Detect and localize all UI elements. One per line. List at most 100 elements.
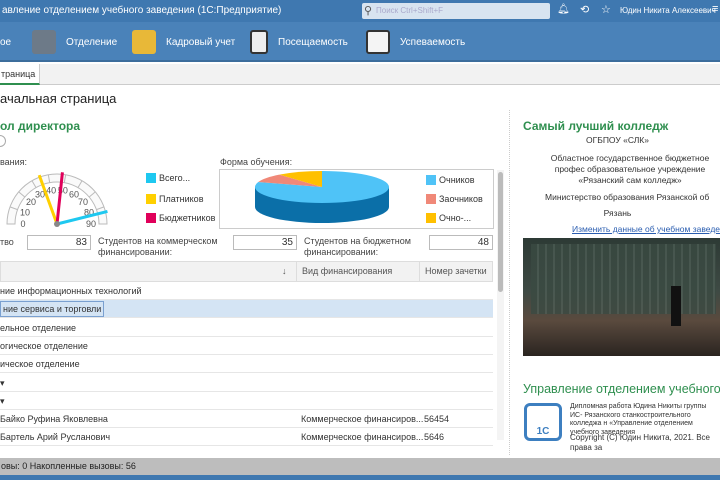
budget-label: Студентов на бюджетном финансировании: [304, 236, 411, 257]
nav-label: Отделение [66, 36, 118, 48]
divider [509, 110, 510, 455]
sort-icon[interactable]: ↓ [282, 262, 287, 281]
table-row[interactable]: Бартель Арий Русланович Коммерческое фина… [0, 428, 493, 447]
column-record-number[interactable]: Номер зачетки [419, 262, 487, 281]
nav-main[interactable]: ое [0, 22, 11, 62]
cell-name: огическое отделение [0, 340, 88, 351]
gauge-tick-label: 0 [20, 219, 25, 229]
commercial-label: Студентов на коммерческом финансировании… [98, 236, 218, 257]
cell-name: ▾ [0, 377, 5, 388]
nav-label: Посещаемость [278, 36, 348, 48]
legend-swatch [146, 213, 156, 223]
table-row[interactable]: ние сервиса и торговли [0, 300, 493, 319]
table-row[interactable]: ▾ [0, 392, 493, 410]
table-row[interactable]: огическое отделение [0, 337, 493, 355]
about-title: Управление отделением учебного з [523, 382, 720, 396]
legend-swatch [426, 213, 436, 223]
graduation-cap-icon: 1C [524, 403, 562, 441]
nav-label: Кадровый учет [166, 36, 236, 48]
table-header: ↓ Вид финансирования Номер зачетки [0, 261, 493, 282]
tab-label: траница [1, 69, 36, 79]
section-panel: ое Отделение Кадровый учет Посещаемость … [0, 22, 720, 62]
pie-label: Форма обучения: [220, 157, 293, 167]
page-title: ачальная страница [0, 91, 117, 106]
nav-attendance[interactable]: Посещаемость [250, 22, 348, 62]
lecture-photo [523, 238, 720, 356]
cell-name: ние сервиса и торговли [0, 301, 105, 318]
cell-financing: Коммерческое финансиров... [301, 432, 424, 443]
scrollbar-thumb[interactable] [498, 172, 503, 292]
status-bar: овы: 0 Накопленные вызовы: 56 [0, 458, 720, 475]
status-text: овы: 0 Накопленные вызовы: 56 [1, 461, 136, 471]
legend-label: Бюджетников [159, 213, 216, 223]
gauge-hub [54, 221, 60, 227]
user-name[interactable]: Юдин Никита Алексеевич [620, 6, 716, 15]
logo-text: 1C [536, 426, 550, 437]
menu-icon[interactable]: ≡ [712, 3, 718, 15]
clipboard-icon [250, 30, 268, 54]
nav-hr[interactable]: Кадровый учет [132, 22, 235, 62]
cell-financing: Коммерческое финансиров... [301, 414, 424, 425]
cell-name: ическое отделение [0, 359, 80, 370]
chart-board-icon [366, 30, 390, 54]
tab-bar: траница [0, 64, 720, 85]
gauge-chart: 0102030 40 50 60708090 [6, 172, 108, 229]
star-icon[interactable]: ☆ [601, 3, 611, 16]
bell-icon[interactable]: 🔔︎ [557, 4, 570, 15]
edit-college-link[interactable]: Изменить данные об учебном заведен [572, 224, 720, 235]
college-title: Самый лучший колледж [523, 119, 669, 133]
cell-record-number: 5646 [424, 432, 445, 443]
nav-label: Успеваемость [400, 36, 466, 48]
legend-label: Очников [439, 175, 475, 185]
college-ministry: Министерство образования Рязанской об [545, 192, 710, 202]
legend-swatch [426, 194, 436, 204]
copyright: Copyright (C) Юдин Никита, 2021. Все пра… [570, 433, 710, 452]
table-row[interactable]: ическое отделение [0, 355, 493, 374]
people-icon [132, 30, 156, 54]
section-title: ол директора [0, 119, 81, 133]
pie-legend-fulltime: Очников [426, 175, 475, 185]
nav-label: ое [0, 36, 12, 48]
building-icon [32, 30, 56, 54]
history-icon[interactable]: ⟲ [580, 3, 589, 16]
legend-budget: Бюджетников [146, 213, 215, 223]
legend-swatch [146, 194, 156, 204]
blackboard [531, 244, 716, 314]
legend-label: Заочников [439, 194, 483, 204]
pie-legend-mixed: Очно-... [426, 213, 471, 223]
legend-swatch [426, 175, 436, 185]
budget-field[interactable]: 48 [429, 235, 493, 250]
search-icon: ⚲ [364, 5, 373, 17]
nav-progress[interactable]: Успеваемость [366, 22, 465, 62]
table-row[interactable]: ▾ [0, 374, 493, 392]
search-input[interactable]: ⚲ Поиск Ctrl+Shift+F [362, 3, 550, 19]
legend-swatch [146, 173, 156, 183]
scrollbar[interactable] [497, 170, 504, 440]
table-row[interactable]: Байко Руфина Яковлевна Коммерческое финан… [0, 410, 493, 429]
lecturer-figure [671, 286, 681, 326]
column-financing[interactable]: Вид финансирования [296, 262, 419, 281]
bottom-strip [0, 475, 720, 480]
college-short-name: ОГБПОУ «СЛК» [586, 135, 649, 145]
pie-chart-box: Очников Заочников Очно-... [219, 169, 494, 229]
about-text: Дипломная работа Юдина Никиты группы ИС-… [570, 403, 707, 436]
pie-chart [255, 171, 389, 223]
tab-home[interactable]: траница [0, 64, 40, 85]
college-full-name: Областное государственное бюджетное проф… [550, 153, 710, 185]
nav-department[interactable]: Отделение [32, 22, 117, 62]
gauge-tick-label: 10 [20, 207, 30, 217]
cell-name: ▾ [0, 395, 5, 406]
refresh-button[interactable] [0, 135, 6, 147]
total-field[interactable]: 83 [27, 235, 91, 250]
legend-label: Всего... [159, 173, 191, 183]
table-row[interactable]: ельное отделение [0, 319, 493, 337]
window-title: авление отделением учебного заведения (1… [2, 5, 282, 16]
commercial-field[interactable]: 35 [233, 235, 297, 250]
college-city: Рязань [603, 208, 632, 218]
cell-record-number: 56454 [424, 414, 450, 425]
legend-total: Всего... [146, 173, 190, 183]
table-row[interactable]: ние информационных технологий [0, 282, 493, 300]
gauge-tick-label: 70 [78, 197, 88, 207]
legend-paid: Платников [146, 194, 203, 204]
cell-name: Байко Руфина Яковлевна [0, 414, 108, 425]
